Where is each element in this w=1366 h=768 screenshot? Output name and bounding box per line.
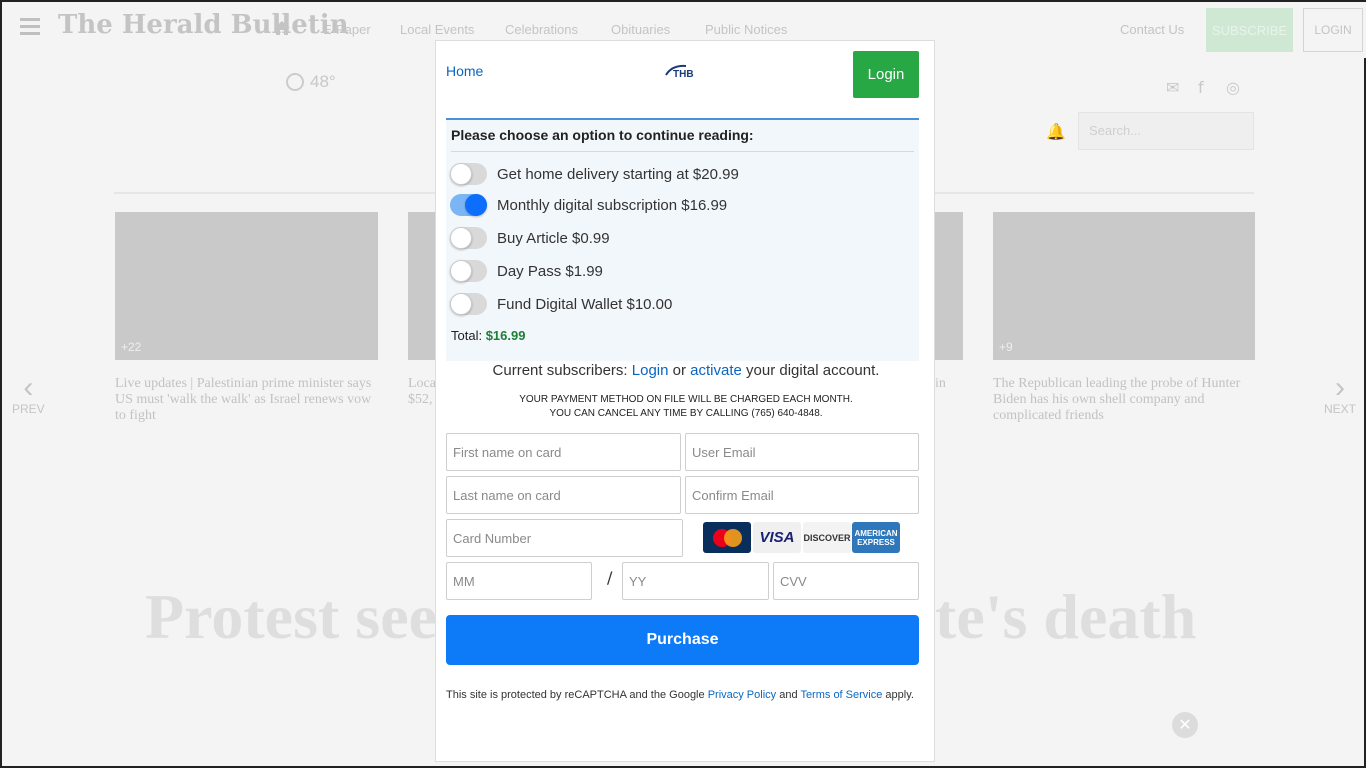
headline-right[interactable]: te's death [935, 580, 1196, 654]
option-fund-wallet[interactable]: Fund Digital Wallet $10.00 [450, 292, 672, 316]
expiry-month-field[interactable] [446, 562, 592, 600]
story-caption[interactable]: The Republican leading the probe of Hunt… [993, 376, 1255, 424]
option-label: Day Pass $1.99 [497, 262, 603, 280]
activate-link[interactable]: activate [690, 362, 742, 379]
instagram-icon[interactable]: ◎ [1226, 78, 1244, 97]
bell-icon[interactable]: 🔔 [1046, 122, 1066, 141]
options-title: Please choose an option to continue read… [451, 127, 754, 143]
home-icon[interactable] [272, 18, 292, 38]
close-icon[interactable]: ✕ [1172, 712, 1198, 738]
terms-of-service-link[interactable]: Terms of Service [800, 689, 882, 701]
svg-text:THB: THB [673, 69, 694, 80]
toggle-switch[interactable] [450, 260, 487, 282]
story-caption[interactable]: Loca $52, [408, 376, 438, 408]
payment-notice: YOUR PAYMENT METHOD ON FILE WILL BE CHAR… [519, 394, 853, 419]
email-icon[interactable]: ✉ [1166, 78, 1184, 97]
chevron-right-icon: › [1335, 371, 1345, 404]
home-link[interactable]: Home [446, 63, 483, 79]
nav-epaper[interactable]: E-Paper [323, 22, 371, 37]
recaptcha-notice: This site is protected by reCAPTCHA and … [446, 689, 914, 701]
last-name-field[interactable] [446, 476, 681, 514]
nav-obituaries[interactable]: Obituaries [611, 22, 670, 37]
menu-icon[interactable] [20, 18, 40, 36]
nav-public-notices[interactable]: Public Notices [705, 22, 787, 37]
subscribe-button[interactable]: SUBSCRIBE [1206, 8, 1293, 52]
first-name-field[interactable] [446, 433, 681, 471]
option-home-delivery[interactable]: Get home delivery starting at $20.99 [450, 162, 739, 186]
prev-button[interactable]: ‹ PREV [12, 371, 45, 417]
toggle-switch[interactable] [450, 227, 487, 249]
next-button[interactable]: › NEXT [1324, 371, 1356, 417]
paywall-modal: Home THB Login Please choose an option t… [435, 40, 935, 762]
story-card[interactable] [932, 212, 963, 360]
amex-icon: AMERICAN EXPRESS [852, 522, 900, 553]
total-amount: $16.99 [485, 328, 526, 343]
card-number-field[interactable] [446, 519, 683, 557]
expiry-separator: / [607, 568, 613, 587]
option-buy-article[interactable]: Buy Article $0.99 [450, 226, 610, 250]
photo-count: +9 [999, 340, 1013, 354]
confirm-email-field[interactable] [685, 476, 919, 514]
story-card[interactable]: +9 [993, 212, 1255, 360]
contact-us-link[interactable]: Contact Us [1120, 22, 1184, 37]
user-email-field[interactable] [685, 433, 919, 471]
toggle-switch[interactable] [450, 194, 487, 216]
search-input[interactable]: Search... [1078, 112, 1254, 150]
option-day-pass[interactable]: Day Pass $1.99 [450, 259, 603, 283]
thb-logo: THB [665, 64, 694, 80]
photo-count: +22 [121, 340, 142, 354]
nav-local-events[interactable]: Local Events [400, 22, 474, 37]
modal-login-button[interactable]: Login [853, 51, 919, 98]
toggle-switch[interactable] [450, 163, 487, 185]
chevron-left-icon: ‹ [23, 371, 34, 404]
cvv-field[interactable] [773, 562, 919, 600]
current-subscribers-text: Current subscribers: Login or activate y… [492, 362, 880, 379]
nav-celebrations[interactable]: Celebrations [505, 22, 578, 37]
options-panel: Please choose an option to continue read… [446, 118, 919, 361]
story-caption[interactable]: in [935, 376, 955, 392]
weather-temp: 48° [310, 72, 336, 91]
option-label: Monthly digital subscription $16.99 [497, 196, 728, 214]
purchase-button[interactable]: Purchase [446, 615, 919, 665]
privacy-policy-link[interactable]: Privacy Policy [708, 689, 776, 701]
option-label: Get home delivery starting at $20.99 [497, 165, 739, 183]
story-caption[interactable]: Live updates | Palestinian prime ministe… [115, 376, 378, 424]
option-label: Fund Digital Wallet $10.00 [497, 295, 673, 313]
subscriber-login-link[interactable]: Login [632, 362, 669, 379]
weather-widget: 48° [286, 72, 336, 92]
discover-icon: DISCOVER [803, 522, 851, 553]
mastercard-icon [703, 522, 751, 553]
visa-icon: VISA [753, 522, 801, 553]
story-card[interactable] [408, 212, 438, 360]
story-card[interactable]: +22 [115, 212, 378, 360]
header-login-button[interactable]: LOGIN [1303, 8, 1363, 52]
sun-icon [286, 73, 304, 91]
site-logo[interactable]: The Herald Bulletin [58, 10, 349, 40]
option-monthly-digital[interactable]: Monthly digital subscription $16.99 [450, 193, 727, 217]
toggle-switch[interactable] [450, 293, 487, 315]
headline-left[interactable]: Protest see [145, 580, 437, 654]
expiry-year-field[interactable] [622, 562, 769, 600]
options-divider [451, 151, 914, 152]
facebook-icon[interactable]: f [1198, 78, 1216, 97]
option-label: Buy Article $0.99 [497, 229, 610, 247]
total: Total: $16.99 [451, 328, 526, 343]
